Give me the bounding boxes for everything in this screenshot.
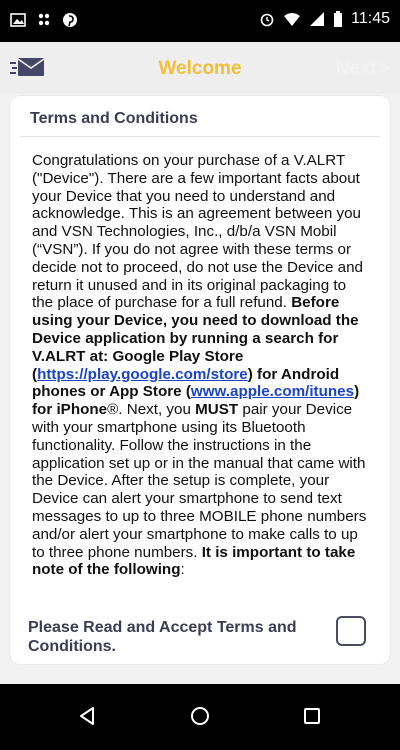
status-bar: 11:45 bbox=[0, 0, 400, 42]
home-icon bbox=[191, 707, 209, 725]
image-notification-icon bbox=[10, 13, 26, 27]
terms-text[interactable]: Congratulations on your purchase of a V.… bbox=[32, 152, 368, 579]
accept-label: Please Read and Accept Terms and Conditi… bbox=[28, 619, 297, 655]
chevron-right-icon: > bbox=[378, 58, 390, 79]
status-indicators: 11:45 bbox=[259, 10, 390, 28]
terms-card: Terms and Conditions Congratulations on … bbox=[10, 96, 390, 664]
battery-icon bbox=[334, 11, 343, 27]
pinterest-icon bbox=[63, 13, 77, 27]
status-time: 11:45 bbox=[351, 10, 390, 27]
recents-button[interactable] bbox=[294, 698, 330, 734]
terms-pairing: pair your Device with your smartphone us… bbox=[32, 401, 367, 561]
back-button[interactable] bbox=[70, 698, 106, 734]
next-label: Next bbox=[335, 58, 377, 79]
back-icon bbox=[80, 707, 94, 725]
accept-checkbox[interactable] bbox=[336, 616, 366, 646]
google-play-link[interactable]: https://play.google.com/store bbox=[37, 366, 248, 383]
app-header: Welcome Next > bbox=[0, 42, 400, 94]
terms-next: . Next, you bbox=[118, 401, 196, 419]
status-notifications bbox=[10, 12, 78, 28]
app-store-link[interactable]: www.apple.com/itunes bbox=[191, 383, 354, 400]
card-title: Terms and Conditions bbox=[30, 110, 198, 127]
system-nav-bar bbox=[0, 684, 400, 750]
recents-icon bbox=[304, 708, 320, 724]
terms-must: MUST bbox=[195, 401, 239, 419]
accept-row: Please Read and Accept Terms and Conditi… bbox=[20, 616, 380, 656]
alarm-icon bbox=[260, 13, 274, 27]
terms-paragraph: Congratulations on your purchase of a V.… bbox=[32, 152, 363, 312]
dots-notification-icon bbox=[38, 13, 50, 26]
wifi-icon bbox=[284, 13, 301, 26]
registered-mark: ® bbox=[107, 401, 119, 419]
signal-icon bbox=[310, 12, 325, 26]
home-button[interactable] bbox=[182, 698, 218, 734]
terms-colon: : bbox=[180, 561, 185, 579]
divider bbox=[20, 136, 380, 137]
next-button[interactable]: Next > bbox=[336, 58, 390, 80]
